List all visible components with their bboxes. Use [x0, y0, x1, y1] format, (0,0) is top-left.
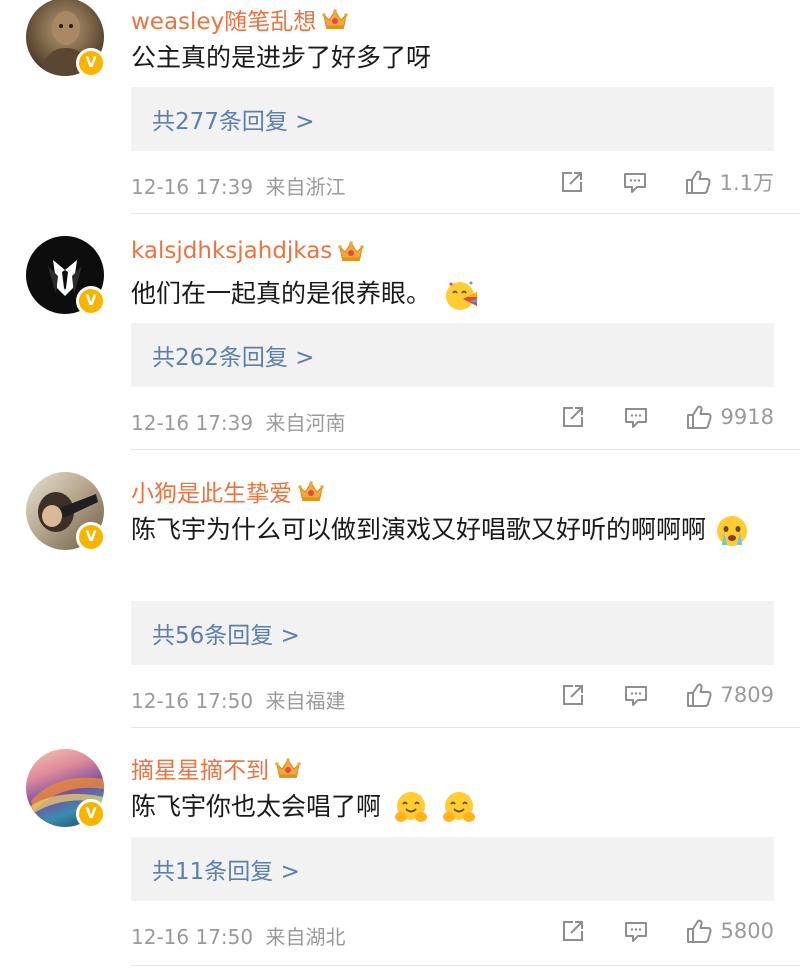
comment-item: V 摘星星摘不到 陈飞宇你也太会唱了啊 共11条回复 > 12-16 17:50…: [0, 749, 800, 975]
action-bar: 1.1万: [558, 167, 774, 197]
comment-text: 公主真的是进步了好多了呀: [131, 43, 432, 72]
thumbs-up-icon[interactable]: [685, 403, 713, 431]
timestamp: 12-16 17:50: [131, 925, 254, 949]
like-count[interactable]: 7809: [721, 683, 774, 707]
verified-badge-icon: V: [76, 522, 106, 552]
share-icon[interactable]: [558, 168, 586, 196]
vip-crown-icon: [338, 240, 364, 262]
crying-emoji-icon: [716, 516, 747, 546]
comment-icon[interactable]: [622, 403, 650, 431]
comment-meta: 12-16 17:39 来自浙江: [131, 171, 345, 200]
view-replies-button[interactable]: 共262条回复 >: [131, 323, 774, 387]
comment-text: 陈飞宇你也太会唱了啊: [131, 787, 771, 827]
username-text[interactable]: kalsjdhksjahdjkas: [131, 238, 332, 264]
comment-item: V 小狗是此生挚爱 陈飞宇为什么可以做到演戏又好唱歌又好听的啊啊啊 共56条回复…: [0, 472, 800, 728]
like-count[interactable]: 9918: [721, 405, 774, 429]
username[interactable]: 摘星星摘不到: [131, 751, 301, 785]
view-replies-button[interactable]: 共277条回复 >: [131, 87, 774, 151]
comment-text-body: 陈飞宇为什么可以做到演戏又好唱歌又好听的啊啊啊: [131, 515, 707, 544]
comment-icon[interactable]: [621, 168, 649, 196]
share-icon[interactable]: [559, 681, 587, 709]
verified-badge-icon: V: [76, 286, 106, 316]
action-bar: 5800: [559, 917, 774, 945]
replies-label[interactable]: 共56条回复 >: [152, 616, 300, 650]
username-text[interactable]: 小狗是此生挚爱: [131, 474, 292, 508]
action-bar: 7809: [559, 681, 774, 709]
comment-icon[interactable]: [622, 681, 650, 709]
thumbs-up-icon[interactable]: [685, 917, 713, 945]
like-count[interactable]: 5800: [721, 919, 774, 943]
hugging-emoji-icon: [442, 792, 475, 822]
avatar[interactable]: V: [26, 472, 106, 552]
location: 来自湖北: [265, 925, 346, 949]
comment-text: 他们在一起真的是很养眼。: [131, 274, 771, 314]
thumbs-up-icon[interactable]: [684, 168, 712, 196]
action-bar: 9918: [559, 403, 774, 431]
location: 来自福建: [265, 689, 346, 713]
comment-item: V weasley随笔乱想 公主真的是进步了好多了呀 共277条回复 > 12-…: [0, 0, 800, 214]
comment-meta: 12-16 17:50 来自福建: [131, 685, 345, 714]
replies-label[interactable]: 共262条回复 >: [152, 338, 314, 372]
vip-crown-icon: [298, 480, 324, 502]
comment-text-body: 他们在一起真的是很养眼。: [131, 279, 432, 308]
divider: [131, 727, 800, 728]
verified-badge-icon: V: [76, 48, 106, 78]
hugging-emoji-icon: [394, 792, 427, 822]
vip-crown-icon: [275, 757, 301, 779]
username[interactable]: 小狗是此生挚爱: [131, 474, 324, 508]
comment-meta: 12-16 17:50 来自湖北: [131, 921, 345, 950]
comment-text: 陈飞宇为什么可以做到演戏又好唱歌又好听的啊啊啊: [131, 510, 771, 550]
thumbs-up-icon[interactable]: [685, 681, 713, 709]
comment-text-body: 陈飞宇你也太会唱了啊: [131, 792, 382, 821]
avatar[interactable]: V: [26, 0, 106, 78]
share-icon[interactable]: [559, 403, 587, 431]
share-icon[interactable]: [559, 917, 587, 945]
location: 来自浙江: [265, 175, 346, 199]
timestamp: 12-16 17:50: [131, 689, 254, 713]
avatar[interactable]: V: [26, 236, 106, 316]
verified-badge-icon: V: [76, 799, 106, 829]
replies-label[interactable]: 共11条回复 >: [152, 852, 300, 886]
vip-crown-icon: [322, 8, 348, 30]
username-text[interactable]: 摘星星摘不到: [131, 751, 269, 785]
location: 来自河南: [265, 411, 346, 435]
username[interactable]: kalsjdhksjahdjkas: [131, 238, 364, 264]
party-emoji-icon: [445, 281, 477, 310]
timestamp: 12-16 17:39: [131, 411, 254, 435]
divider: [131, 213, 800, 214]
divider: [131, 965, 800, 966]
view-replies-button[interactable]: 共11条回复 >: [131, 837, 774, 901]
view-replies-button[interactable]: 共56条回复 >: [131, 601, 774, 665]
avatar[interactable]: V: [26, 749, 106, 829]
username-text[interactable]: weasley随笔乱想: [131, 2, 316, 36]
comment-meta: 12-16 17:39 来自河南: [131, 407, 345, 436]
username[interactable]: weasley随笔乱想: [131, 2, 348, 36]
divider: [131, 449, 800, 450]
like-count[interactable]: 1.1万: [720, 167, 774, 197]
comment-item: V kalsjdhksjahdjkas 他们在一起真的是很养眼。 共262条回复…: [0, 236, 800, 450]
timestamp: 12-16 17:39: [131, 175, 254, 199]
comment-icon[interactable]: [622, 917, 650, 945]
replies-label[interactable]: 共277条回复 >: [152, 102, 314, 136]
